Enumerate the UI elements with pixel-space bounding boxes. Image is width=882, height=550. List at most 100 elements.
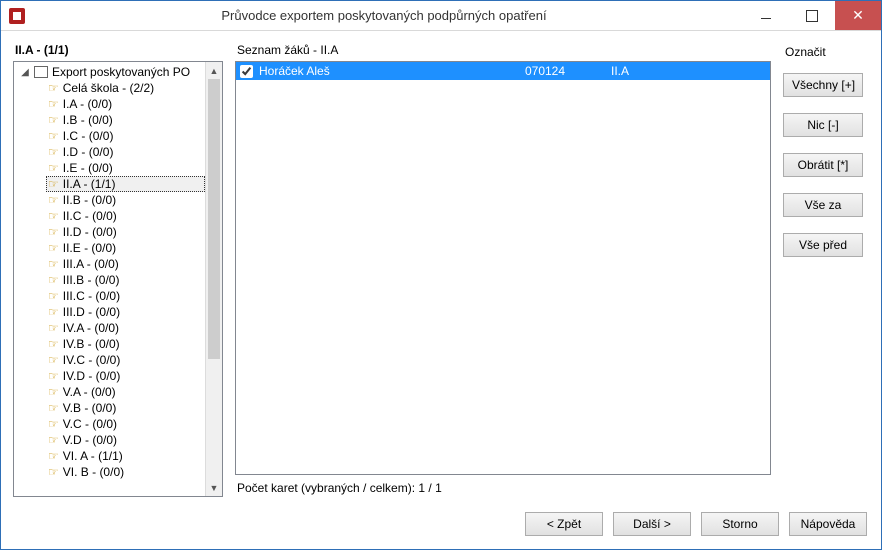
tree-item[interactable]: ☞III.A - (0/0) <box>46 256 205 272</box>
tree-item-label: V.A - (0/0) <box>63 385 116 399</box>
hand-icon: ☞ <box>48 434 59 446</box>
back-button[interactable]: < Zpět <box>525 512 603 536</box>
tree-item-label: IV.D - (0/0) <box>63 369 121 383</box>
hand-icon: ☞ <box>48 322 59 334</box>
app-icon <box>9 8 25 24</box>
right-heading: Označit <box>783 43 869 73</box>
tree-item[interactable]: ☞I.E - (0/0) <box>46 160 205 176</box>
hand-icon: ☞ <box>48 210 59 222</box>
tree-item-label: II.A - (1/1) <box>63 177 116 191</box>
tree-item[interactable]: ☞ I.C - (0/0) <box>46 128 205 144</box>
list-row[interactable]: Horáček Aleš 070124 II.A <box>236 62 770 80</box>
tree-scrollbar[interactable]: ▲ ▼ <box>205 62 222 496</box>
tree-root-label: Export poskytovaných PO <box>52 65 190 79</box>
tree-item-label: V.C - (0/0) <box>63 417 117 431</box>
tree-item-label: V.B - (0/0) <box>63 401 117 415</box>
scroll-thumb[interactable] <box>208 79 220 359</box>
tree[interactable]: ◢ Export poskytovaných PO ☞ Celá škola - … <box>14 62 205 496</box>
select-none-button[interactable]: Nic [-] <box>783 113 863 137</box>
tree-item-label: IV.A - (0/0) <box>63 321 119 335</box>
hand-icon: ☞ <box>48 242 59 254</box>
close-button[interactable] <box>835 1 881 30</box>
client-area: II.A - (1/1) ◢ Export poskytovaných PO ☞… <box>1 31 881 549</box>
tree-item[interactable]: ☞ V.C - (0/0) <box>46 416 205 432</box>
mid-panel: Seznam žáků - II.A Horáček Aleš070124II.… <box>235 41 771 497</box>
tree-item[interactable]: ☞ II.C - (0/0) <box>46 208 205 224</box>
scroll-down-icon[interactable]: ▼ <box>206 479 222 496</box>
tree-item-label: V.D - (0/0) <box>63 433 117 447</box>
tree-item-label: II.C - (0/0) <box>63 209 117 223</box>
tree-item[interactable]: ☞ IV.D - (0/0) <box>46 368 205 384</box>
tree-item[interactable]: ☞I.B - (0/0) <box>46 112 205 128</box>
titlebar: Průvodce exportem poskytovaných podpůrný… <box>1 1 881 31</box>
hand-icon: ☞ <box>48 146 59 158</box>
hand-icon: ☞ <box>48 258 59 270</box>
hand-icon: ☞ <box>48 290 59 302</box>
wizard-window: Průvodce exportem poskytovaných podpůrný… <box>0 0 882 550</box>
tree-item[interactable]: ☞IV.B - (0/0) <box>46 336 205 352</box>
select-invert-button[interactable]: Obrátit [*] <box>783 153 863 177</box>
tree-item-label: III.D - (0/0) <box>63 305 120 319</box>
select-all-button[interactable]: Všechny [+] <box>783 73 863 97</box>
tree-item[interactable]: ☞ II.D - (0/0) <box>46 224 205 240</box>
cancel-button[interactable]: Storno <box>701 512 779 536</box>
row-class: II.A <box>611 64 671 78</box>
tree-item-label: I.D - (0/0) <box>63 145 114 159</box>
tree-item[interactable]: ☞ II.B - (0/0) <box>46 192 205 208</box>
hand-icon: ☞ <box>48 82 59 94</box>
tree-item[interactable]: ☞ Celá škola - (2/2) <box>46 80 205 96</box>
right-panel: Označit Všechny [+] Nic [-] Obrátit [*] … <box>783 41 869 497</box>
hand-icon: ☞ <box>48 370 59 382</box>
tree-item-label: I.B - (0/0) <box>63 113 113 127</box>
tree-item[interactable]: ☞IV.C - (0/0) <box>46 352 205 368</box>
student-list[interactable]: Horáček Aleš 070124 II.A <box>235 61 771 475</box>
hand-icon: ☞ <box>48 306 59 318</box>
tree-item-label: IV.B - (0/0) <box>63 337 120 351</box>
tree-root-row[interactable]: ◢ Export poskytovaných PO <box>18 64 205 80</box>
tree-item[interactable]: ☞VI. B - (0/0) <box>46 464 205 480</box>
tree-item[interactable]: ☞VI. A - (1/1) <box>46 448 205 464</box>
left-heading: II.A - (1/1) <box>13 41 223 61</box>
hand-icon: ☞ <box>48 130 59 142</box>
tree-item[interactable]: ☞ II.E - (0/0) <box>46 240 205 256</box>
tree-item-label: I.C - (0/0) <box>63 129 114 143</box>
tree-item-label: I.A - (0/0) <box>63 97 112 111</box>
tree-item-label: VI. A - (1/1) <box>63 449 123 463</box>
tree-item[interactable]: ☞I.A - (0/0) <box>46 96 205 112</box>
hand-icon: ☞ <box>48 274 59 286</box>
hand-icon: ☞ <box>48 354 59 366</box>
select-before-button[interactable]: Vše před <box>783 233 863 257</box>
tree-item[interactable]: ☞V.A - (0/0) <box>46 384 205 400</box>
minimize-button[interactable] <box>743 1 789 30</box>
scroll-up-icon[interactable]: ▲ <box>206 62 222 79</box>
tree-item-label: II.B - (0/0) <box>63 193 116 207</box>
tree-item-label: I.E - (0/0) <box>63 161 113 175</box>
row-id: 070124 <box>485 64 605 78</box>
hand-icon: ☞ <box>48 226 59 238</box>
tree-item[interactable]: ☞ III.C - (0/0) <box>46 288 205 304</box>
scroll-track[interactable] <box>206 79 222 479</box>
tree-item[interactable]: ☞ III.B - (0/0) <box>46 272 205 288</box>
next-button[interactable]: Další > <box>613 512 691 536</box>
tree-item[interactable]: ☞V.B - (0/0) <box>46 400 205 416</box>
tree-item[interactable]: ☞ V.D - (0/0) <box>46 432 205 448</box>
tree-item-label: II.D - (0/0) <box>63 225 117 239</box>
help-button[interactable]: Nápověda <box>789 512 867 536</box>
tree-item[interactable]: ☞ I.D - (0/0) <box>46 144 205 160</box>
select-after-button[interactable]: Vše za <box>783 193 863 217</box>
row-name: Horáček Aleš <box>259 64 479 78</box>
row-checkbox[interactable] <box>240 65 253 78</box>
tree-toggle-icon[interactable]: ◢ <box>20 67 30 78</box>
hand-icon: ☞ <box>48 418 59 430</box>
footer: < Zpět Další > Storno Nápověda <box>13 497 869 541</box>
maximize-button[interactable] <box>789 1 835 30</box>
tree-item[interactable]: ☞ III.D - (0/0) <box>46 304 205 320</box>
tree-item[interactable]: ☞II.A - (1/1) <box>46 176 205 192</box>
window-buttons <box>743 1 881 30</box>
tree-item-label: III.C - (0/0) <box>63 289 120 303</box>
tree-item[interactable]: ☞ IV.A - (0/0) <box>46 320 205 336</box>
hand-icon: ☞ <box>48 194 59 206</box>
tree-item-label: Celá škola - (2/2) <box>63 81 154 95</box>
tree-item-label: III.B - (0/0) <box>63 273 120 287</box>
tree-item-label: II.E - (0/0) <box>63 241 116 255</box>
